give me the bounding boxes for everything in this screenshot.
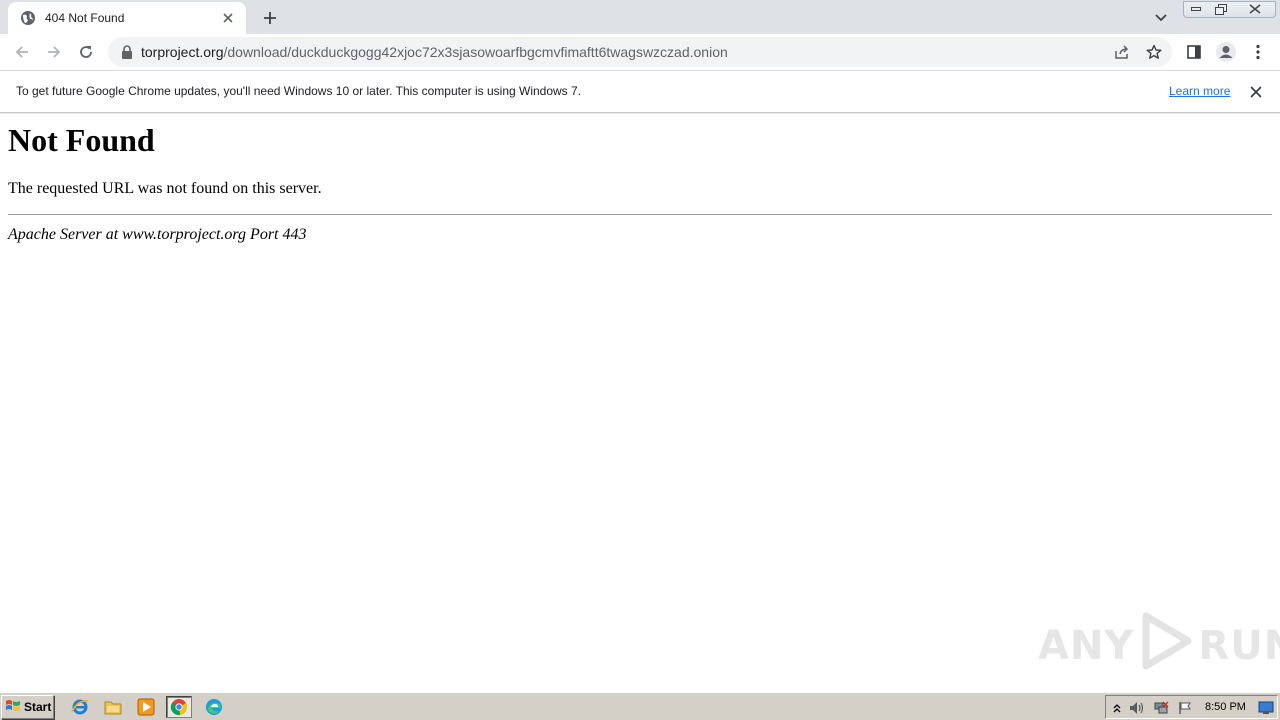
system-tray: 8:50 PM	[1105, 695, 1278, 719]
network-icon[interactable]	[1152, 699, 1170, 717]
infobar-message: To get future Google Chrome updates, you…	[16, 84, 582, 98]
file-explorer-icon[interactable]	[100, 696, 126, 718]
anyrun-watermark-logo: ANY RUN	[1038, 612, 1280, 680]
start-button[interactable]: Start	[1, 695, 54, 719]
globe-icon	[20, 10, 36, 26]
close-window-button[interactable]	[1233, 0, 1276, 18]
minimize-window-button[interactable]	[1183, 0, 1209, 18]
close-infobar-icon[interactable]	[1247, 83, 1265, 101]
chrome-icon[interactable]	[166, 696, 192, 718]
windows-logo-icon	[5, 698, 21, 717]
watermark-right-text: RUN	[1198, 623, 1280, 669]
tab-search-chevron-icon[interactable]	[1151, 8, 1171, 28]
edge-icon[interactable]	[201, 696, 227, 718]
share-icon[interactable]	[1110, 40, 1134, 64]
address-bar[interactable]: torproject.org/download/duckduckgogg42xj…	[108, 37, 1172, 67]
url-path: /download/duckduckgogg42xjoc72x3sjasowoa…	[223, 44, 728, 60]
server-signature: Apache Server at www.torproject.org Port…	[8, 226, 307, 243]
url-host: torproject.org	[141, 44, 224, 60]
page-title: Not Found	[8, 122, 155, 158]
divider	[8, 214, 1272, 215]
tab-strip: 404 Not Found	[0, 0, 1280, 34]
learn-more-link[interactable]: Learn more	[1169, 84, 1230, 98]
watermark-left-text: ANY	[1038, 623, 1135, 669]
forward-button[interactable]	[40, 38, 68, 66]
tab-title: 404 Not Found	[45, 11, 125, 25]
windows-taskbar: Start 8:50 PM	[0, 692, 1280, 720]
volume-icon[interactable]	[1128, 699, 1146, 717]
show-desktop-icon[interactable]	[1257, 699, 1275, 717]
lock-icon[interactable]	[119, 44, 135, 60]
error-message: The requested URL was not found on this …	[8, 180, 322, 197]
browser-toolbar: torproject.org/download/duckduckgogg42xj…	[0, 34, 1280, 71]
start-label: Start	[24, 700, 52, 714]
media-player-icon[interactable]	[133, 696, 159, 718]
bookmark-star-icon[interactable]	[1142, 40, 1166, 64]
profile-avatar-icon[interactable]	[1212, 38, 1240, 66]
side-panel-icon[interactable]	[1180, 38, 1208, 66]
close-tab-icon[interactable]	[220, 10, 236, 26]
tab-active[interactable]: 404 Not Found	[8, 2, 246, 34]
page-content: Not Found The requested URL was not foun…	[0, 114, 1280, 692]
back-button[interactable]	[8, 38, 36, 66]
url-text[interactable]: torproject.org/download/duckduckgogg42xj…	[141, 37, 728, 67]
internet-explorer-icon[interactable]	[67, 696, 93, 718]
restore-window-button[interactable]	[1209, 0, 1233, 18]
reload-button[interactable]	[72, 38, 100, 66]
new-tab-button[interactable]	[258, 6, 282, 30]
kebab-menu-icon[interactable]	[1244, 38, 1272, 66]
update-infobar: To get future Google Chrome updates, you…	[0, 71, 1280, 113]
show-hidden-icons-icon[interactable]	[1108, 699, 1126, 717]
play-triangle-icon	[1138, 612, 1194, 680]
taskbar-clock[interactable]: 8:50 PM	[1205, 701, 1246, 713]
action-center-flag-icon[interactable]	[1176, 699, 1194, 717]
